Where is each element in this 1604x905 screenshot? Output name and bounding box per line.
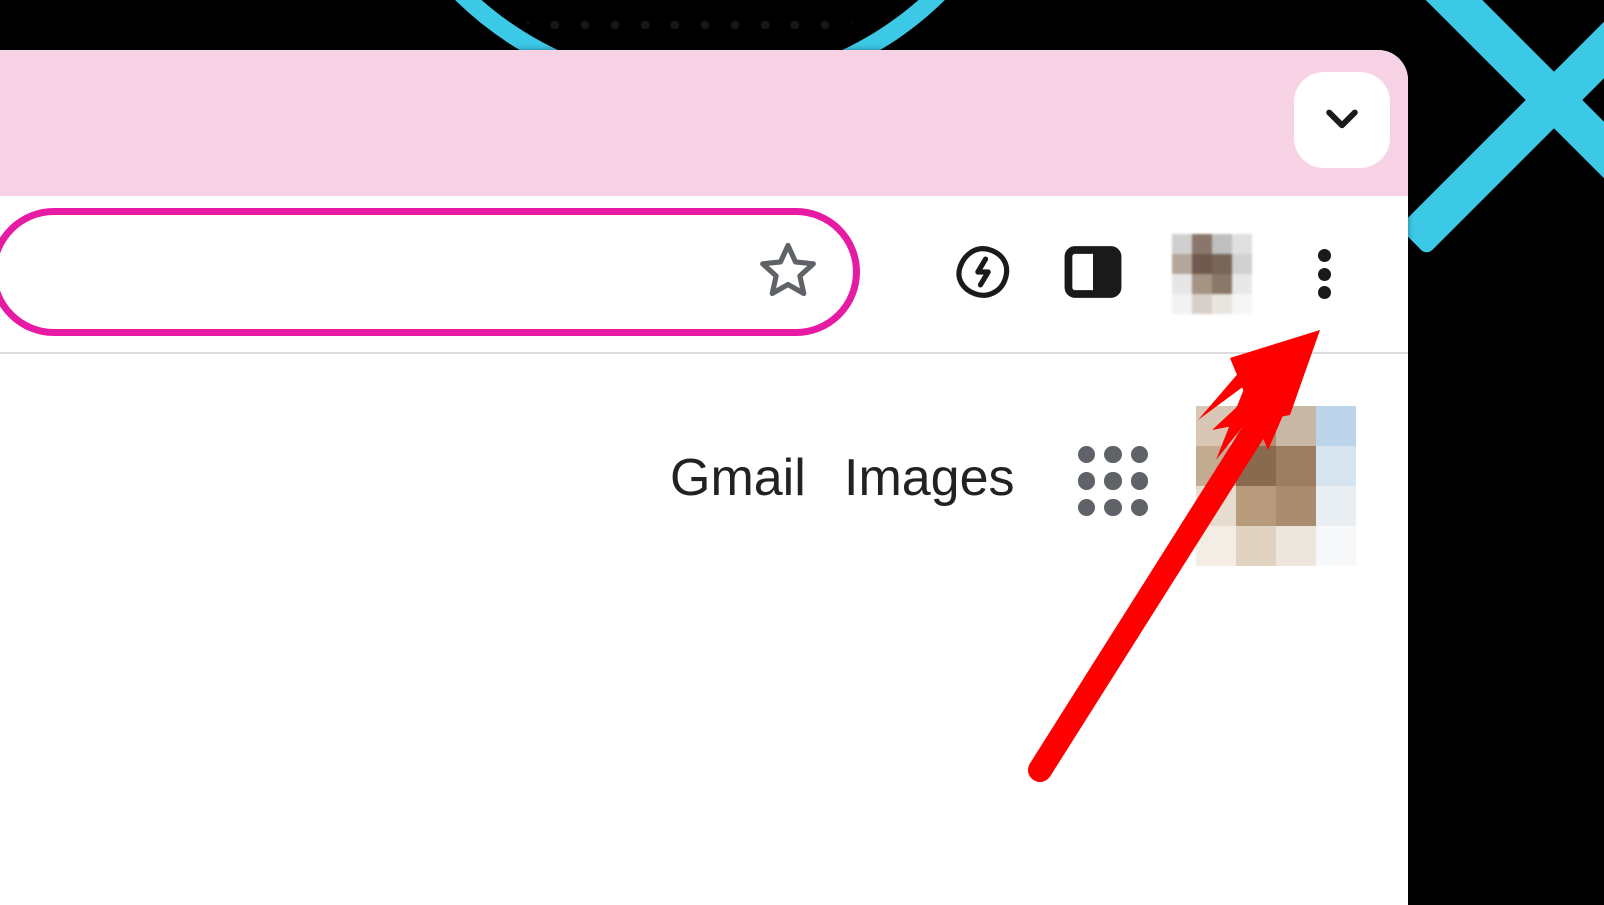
apps-dot-icon (1078, 446, 1095, 463)
browser-toolbar (0, 196, 1408, 354)
google-account-button[interactable] (1196, 406, 1356, 566)
apps-dot-icon (1131, 446, 1148, 463)
apps-dot-icon (1104, 499, 1121, 516)
tab-strip (0, 50, 1408, 196)
chevron-down-icon (1320, 96, 1364, 145)
profile-button[interactable] (1172, 234, 1252, 314)
apps-dot-icon (1078, 499, 1095, 516)
apps-dot-icon (1078, 472, 1095, 489)
gmail-link[interactable]: Gmail (670, 448, 806, 508)
side-panel-button[interactable] (1062, 243, 1124, 305)
desktop-dark-region (1394, 735, 1604, 885)
star-icon[interactable] (757, 239, 819, 306)
apps-dot-icon (1104, 446, 1121, 463)
google-apps-button[interactable] (1078, 446, 1148, 516)
apps-dot-icon (1131, 499, 1148, 516)
side-panel-icon (1062, 241, 1124, 308)
account-avatar-icon (1196, 406, 1356, 566)
images-link[interactable]: Images (844, 448, 1015, 508)
profile-avatar-icon (1172, 234, 1252, 314)
leaf-bolt-icon (952, 241, 1014, 308)
apps-dot-icon (1104, 472, 1121, 489)
chrome-menu-button[interactable] (1300, 243, 1348, 305)
toolbar-actions (952, 196, 1408, 352)
address-bar[interactable] (0, 208, 860, 336)
page-content: Gmail Images (0, 354, 1408, 904)
apps-dot-icon (1131, 472, 1148, 489)
dot-icon (1318, 268, 1331, 281)
extension-button[interactable] (952, 243, 1014, 305)
tab-search-button[interactable] (1294, 72, 1390, 168)
dot-icon (1318, 249, 1331, 262)
chrome-window: Gmail Images (0, 50, 1408, 905)
dot-icon (1318, 286, 1331, 299)
